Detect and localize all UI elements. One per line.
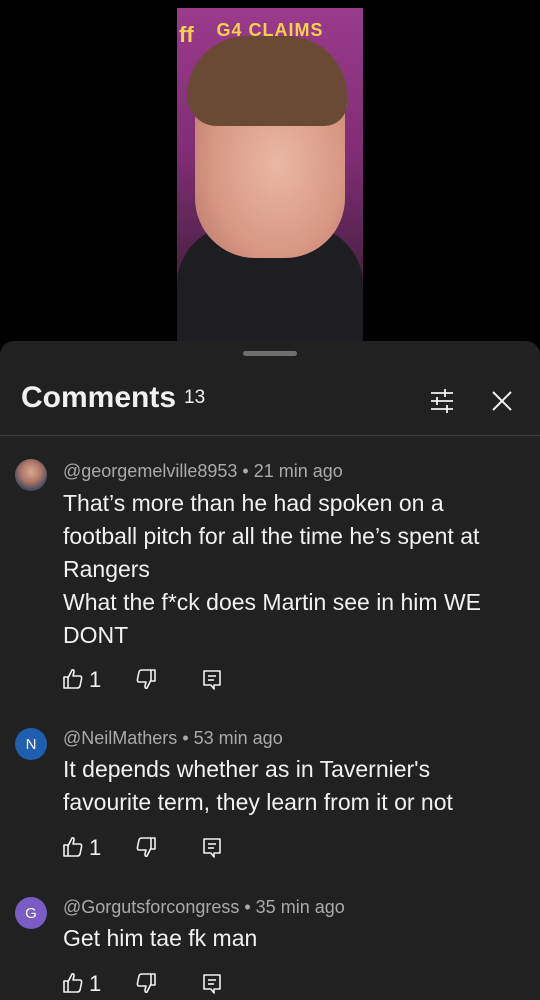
comment-text: It depends whether as in Tavernier's fav…	[63, 756, 453, 815]
comment-meta: @Gorgutsforcongress • 35 min ago	[63, 897, 345, 917]
reply-icon[interactable]	[202, 669, 222, 691]
filter-sliders-icon[interactable]	[428, 387, 456, 415]
comments-title: Comments	[21, 381, 177, 414]
reply-icon[interactable]	[202, 837, 222, 859]
comment-actions: 1	[63, 835, 263, 860]
header-divider	[0, 435, 540, 436]
like-count: 1	[89, 971, 102, 996]
drag-handle[interactable]	[243, 351, 297, 356]
comment-text: Get him tae fk man	[63, 925, 258, 951]
avatar[interactable]: G	[15, 897, 47, 929]
thumbs-up-icon[interactable]	[63, 972, 83, 994]
thumbs-down-icon[interactable]	[136, 973, 156, 995]
thumbs-down-icon[interactable]	[136, 837, 156, 859]
like-count: 1	[89, 667, 102, 692]
close-icon[interactable]	[488, 387, 516, 415]
comment-actions: 1	[63, 971, 263, 996]
comment-meta: @georgemelville8953 • 21 min ago	[63, 461, 343, 481]
comment-time: 35 min ago	[255, 897, 345, 917]
comment-time: 53 min ago	[193, 728, 283, 748]
comment-author[interactable]: @NeilMathers	[63, 728, 177, 748]
comment-actions: 1	[63, 667, 263, 692]
comment-time: 21 min ago	[253, 461, 343, 481]
comment-author[interactable]: @Gorgutsforcongress	[63, 897, 239, 917]
comment-meta: @NeilMathers • 53 min ago	[63, 728, 283, 748]
avatar[interactable]: N	[15, 728, 47, 760]
backdrop-text-left: ff	[179, 22, 194, 47]
comments-header: Comments 13	[21, 381, 540, 421]
person-hair	[187, 36, 347, 126]
reply-icon[interactable]	[202, 973, 222, 995]
comments-count: 13	[184, 387, 206, 408]
thumbs-down-icon[interactable]	[136, 669, 156, 691]
video-frame[interactable]: G4 CLAIMS ff ff	[177, 8, 363, 345]
avatar[interactable]	[15, 459, 47, 491]
video-player[interactable]: G4 CLAIMS ff ff	[0, 0, 540, 345]
comment-text: That’s more than he had spoken on a foot…	[63, 490, 481, 648]
thumbs-up-icon[interactable]	[63, 836, 83, 858]
thumbs-up-icon[interactable]	[63, 668, 83, 690]
like-count: 1	[89, 835, 102, 860]
comment-author[interactable]: @georgemelville8953	[63, 461, 237, 481]
